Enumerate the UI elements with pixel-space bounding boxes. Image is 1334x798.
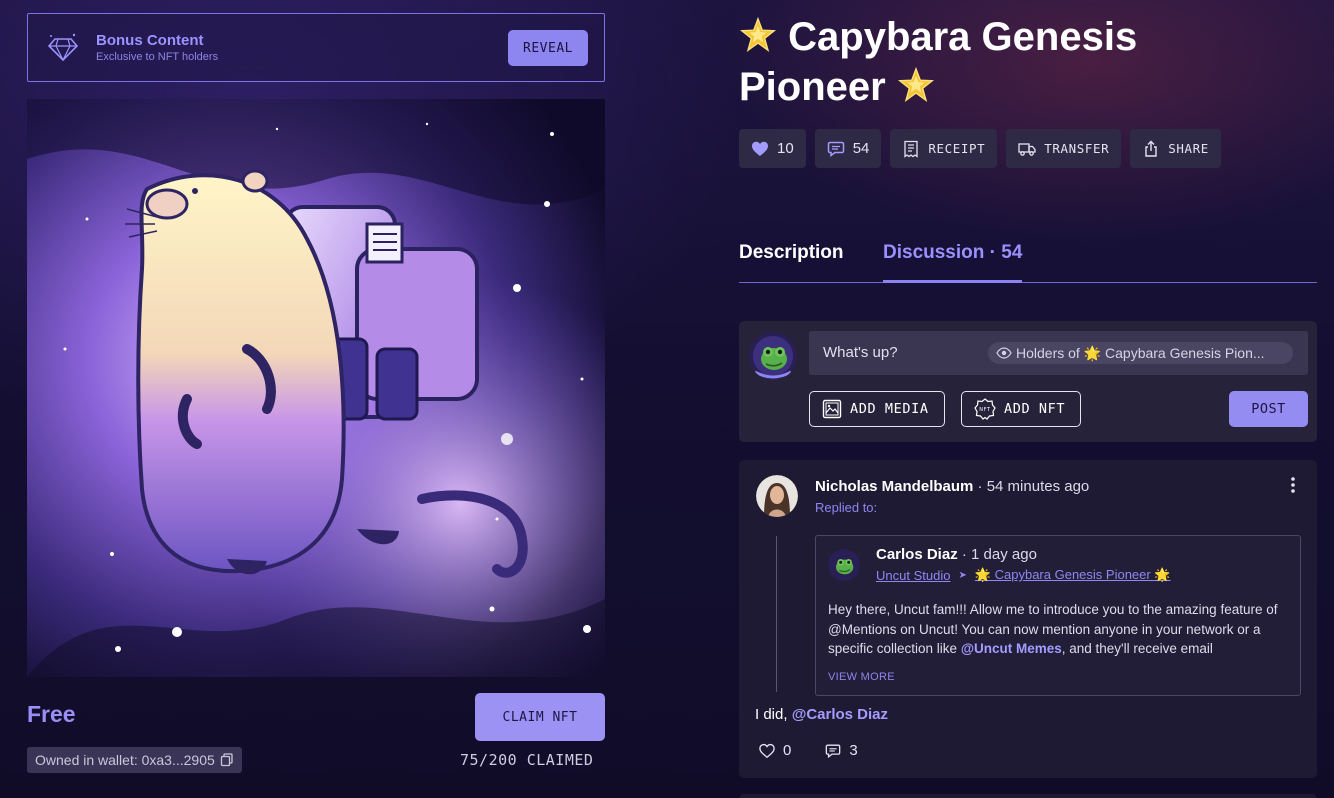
add-media-label: ADD MEDIA — [850, 401, 929, 417]
arrow-right-icon: ➤ — [958, 569, 967, 581]
avatar[interactable] — [756, 475, 798, 517]
bonus-subtitle: Exclusive to NFT holders — [96, 51, 219, 63]
next-post-card — [739, 794, 1317, 798]
chat-bubble-icon — [826, 744, 841, 758]
receipt-icon — [904, 140, 919, 158]
thread-line — [776, 536, 777, 692]
reveal-button[interactable]: REVEAL — [508, 30, 588, 66]
bonus-title: Bonus Content — [96, 32, 204, 49]
claimed-count: 75/200 CLAIMED — [460, 751, 594, 769]
receipt-label: RECEIPT — [928, 141, 986, 156]
wallet-address: Owned in wallet: 0xa3...2905 — [35, 752, 215, 768]
nft-title-line1: Capybara Genesis — [788, 15, 1138, 59]
audience-selector[interactable]: Holders of 🌟 Capybara Genesis Pion... — [988, 342, 1293, 364]
studio-link[interactable]: Uncut Studio — [876, 568, 950, 583]
reply-prefix: I did, — [755, 706, 792, 723]
collection-link[interactable]: 🌟 Capybara Genesis Pioneer 🌟 — [975, 567, 1171, 583]
comment-count: 54 — [852, 140, 870, 157]
share-label: SHARE — [1168, 141, 1209, 156]
post-input[interactable]: What's up? Holders of 🌟 Capybara Genesis… — [809, 331, 1308, 375]
add-media-button[interactable]: ADD MEDIA — [809, 391, 945, 427]
frog-astronaut-avatar-icon — [749, 332, 797, 380]
heart-outline-icon — [759, 743, 775, 758]
post-like-button[interactable]: 0 — [759, 742, 791, 759]
share-button[interactable]: SHARE — [1130, 129, 1221, 168]
breadcrumb: Uncut Studio ➤ 🌟 Capybara Genesis Pionee… — [876, 567, 1171, 583]
owned-wallet-badge[interactable]: Owned in wallet: 0xa3...2905 — [27, 747, 242, 773]
quoted-author-line: Carlos Diaz · 1 day ago — [876, 546, 1037, 563]
post-like-count: 0 — [783, 742, 792, 759]
post-button[interactable]: POST — [1229, 391, 1308, 427]
transfer-button[interactable]: TRANSFER — [1006, 129, 1122, 168]
quoted-post[interactable]: Carlos Diaz · 1 day ago Uncut Studio ➤ 🌟… — [815, 535, 1301, 696]
tab-discussion[interactable]: Discussion · 54 — [883, 242, 1023, 283]
post-composer: What's up? Holders of 🌟 Capybara Genesis… — [739, 321, 1317, 442]
avatar[interactable] — [749, 332, 797, 380]
content-tabs: Description Discussion · 54 — [739, 240, 1317, 283]
transfer-label: TRANSFER — [1044, 141, 1110, 156]
glowing-star-icon — [897, 66, 934, 102]
audience-label: Holders of 🌟 Capybara Genesis Pion... — [1016, 344, 1265, 361]
quoted-time: · 1 day ago — [957, 546, 1037, 563]
diamond-icon — [47, 33, 79, 62]
truck-icon — [1018, 142, 1036, 156]
nft-price: Free — [27, 701, 76, 727]
discussion-post: Nicholas Mandelbaum · 54 minutes ago Rep… — [739, 460, 1317, 778]
receipt-button[interactable]: RECEIPT — [890, 129, 998, 168]
quoted-body: Hey there, Uncut fam!!! Allow me to intr… — [828, 600, 1294, 659]
share-icon — [1145, 140, 1157, 157]
reply-text: I did, @Carlos Diaz — [755, 706, 888, 723]
replied-to-label: Replied to: — [815, 500, 878, 515]
mention-link[interactable]: @Carlos Diaz — [792, 706, 888, 723]
view-more-link[interactable]: VIEW MORE — [828, 671, 895, 683]
nft-title: Capybara Genesis Pioneer — [739, 12, 1299, 112]
quoted-author[interactable]: Carlos Diaz — [876, 546, 958, 563]
svg-text:NFT: NFT — [979, 407, 991, 413]
post-comment-button[interactable]: 3 — [825, 742, 858, 759]
post-stats: 0 3 — [759, 742, 858, 759]
like-count: 10 — [777, 140, 794, 157]
claim-nft-button[interactable]: CLAIM NFT — [475, 693, 605, 741]
heart-icon — [752, 141, 768, 156]
post-placeholder: What's up? — [823, 344, 898, 361]
like-button[interactable]: 10 — [739, 129, 806, 168]
chat-bubble-icon — [827, 141, 844, 157]
post-time: · 54 minutes ago — [973, 478, 1090, 495]
quoted-body-text-end: , and they'll receive email — [1061, 641, 1213, 656]
capybara-astronaut-image — [27, 99, 605, 677]
frog-astronaut-avatar-icon — [828, 549, 860, 581]
mention-link[interactable]: @Uncut Memes — [961, 641, 1062, 656]
bonus-content-banner: Bonus Content Exclusive to NFT holders R… — [27, 13, 605, 82]
avatar[interactable] — [828, 549, 860, 581]
post-author-line: Nicholas Mandelbaum · 54 minutes ago — [815, 478, 1089, 495]
nft-badge-icon: NFT — [974, 398, 996, 420]
eye-icon — [996, 347, 1012, 359]
nft-title-line2: Pioneer — [739, 65, 886, 109]
user-portrait-avatar-icon — [756, 475, 798, 517]
image-icon — [822, 399, 842, 419]
post-author[interactable]: Nicholas Mandelbaum — [815, 478, 973, 495]
more-options-icon[interactable] — [1288, 476, 1298, 494]
post-comment-count: 3 — [849, 742, 858, 759]
add-nft-label: ADD NFT — [1004, 401, 1066, 417]
comment-button[interactable]: 54 — [814, 129, 882, 168]
glowing-star-icon — [739, 16, 777, 52]
nft-artwork[interactable] — [27, 99, 605, 677]
copy-icon[interactable] — [220, 753, 234, 767]
add-nft-button[interactable]: NFT ADD NFT — [961, 391, 1081, 427]
tab-description[interactable]: Description — [739, 242, 844, 264]
nft-actions: 10 54 RECEIPT TRANSFER SHARE — [739, 129, 1221, 168]
